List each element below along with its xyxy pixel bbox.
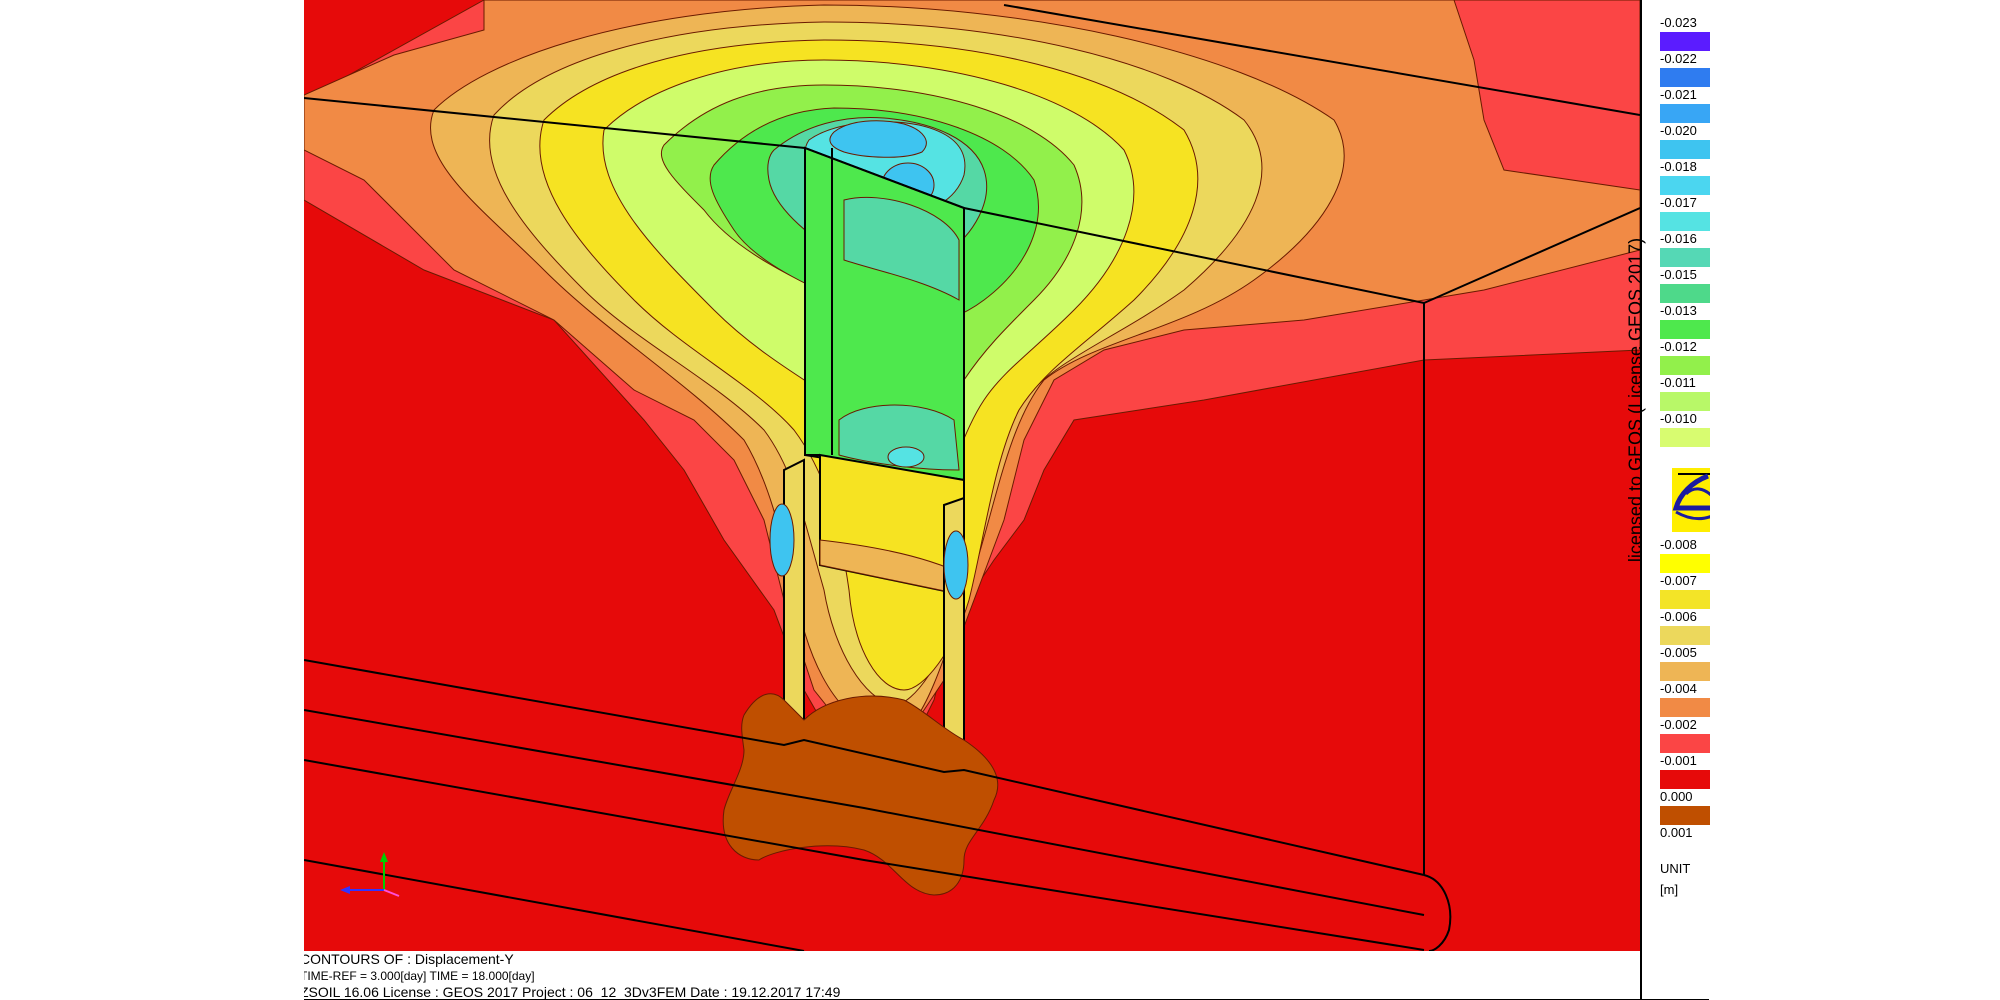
- zsoil-logo-icon: [1672, 468, 1710, 532]
- contour-plot-canvas: [304, 0, 1640, 951]
- legend-swatch: [1660, 68, 1710, 87]
- legend-label: -0.012: [1660, 339, 1697, 354]
- pile-left-blue-zone: [769, 503, 795, 577]
- legend-swatch: [1660, 428, 1710, 447]
- legend-unit-value: [m]: [1660, 882, 1679, 897]
- legend-swatch: [1660, 32, 1710, 51]
- color-legend: -0.023 -0.022 -0.021 -0.020 -0.018 -0.017 -0.0…: [1642, 0, 1710, 1000]
- legend-label: -0.023: [1660, 15, 1697, 30]
- legend-label: -0.002: [1660, 717, 1697, 732]
- legend-label: -0.015: [1660, 267, 1697, 282]
- legend-label: 0.000: [1660, 789, 1693, 804]
- legend-swatch: [1660, 176, 1710, 195]
- legend-swatch: [1660, 392, 1710, 411]
- legend-swatch: [1660, 734, 1710, 753]
- legend-label: -0.021: [1660, 87, 1697, 102]
- time-label: TIME-REF = 3.000[day] TIME = 18.000[day]: [304, 969, 535, 983]
- legend-label: -0.008: [1660, 537, 1697, 552]
- legend-label: -0.017: [1660, 195, 1697, 210]
- legend-swatch: [1660, 284, 1710, 303]
- legend-label: -0.010: [1660, 411, 1697, 426]
- legend-label: -0.011: [1660, 375, 1696, 390]
- legend-label: -0.013: [1660, 303, 1697, 318]
- plot-info-panel: CONTOURS OF : Displacement-Y TIME-REF = …: [304, 951, 1640, 1000]
- legend-swatch: [1660, 770, 1710, 789]
- contour-plot-viewport[interactable]: [304, 0, 1640, 951]
- legend-label: -0.004: [1660, 681, 1697, 696]
- legend-label: 0.001: [1660, 825, 1693, 840]
- legend-label: -0.020: [1660, 123, 1697, 138]
- legend-swatch: [1660, 554, 1710, 573]
- legend-label: -0.016: [1660, 231, 1697, 246]
- legend-swatch: [1660, 806, 1710, 825]
- legend-label: -0.018: [1660, 159, 1697, 174]
- legend-swatch: [1660, 248, 1710, 267]
- legend-swatch: [1660, 590, 1710, 609]
- legend-swatch: [1660, 320, 1710, 339]
- software-info-label: ZSOIL 16.06 License : GEOS 2017 Project …: [304, 984, 841, 1000]
- license-text: licensed to GEOS (License GEOS 2017): [1625, 237, 1646, 563]
- legend-label: -0.007: [1660, 573, 1697, 588]
- legend-label: -0.005: [1660, 645, 1697, 660]
- legend-swatch: [1660, 662, 1710, 681]
- legend-swatch: [1660, 104, 1710, 123]
- legend-label: -0.001: [1660, 753, 1697, 768]
- excavation-wall-cyan-spot: [887, 446, 925, 468]
- legend-swatch: [1660, 140, 1710, 159]
- legend-label: -0.022: [1660, 51, 1697, 66]
- legend-unit-title: UNIT: [1660, 861, 1691, 876]
- legend-swatch: [1660, 212, 1710, 231]
- legend-swatch: [1660, 356, 1710, 375]
- contours-of-label: CONTOURS OF : Displacement-Y: [304, 951, 514, 967]
- legend-label: -0.006: [1660, 609, 1697, 624]
- legend-swatch: [1660, 626, 1710, 645]
- legend-swatch: [1660, 698, 1710, 717]
- pile-left: [783, 458, 805, 747]
- pile-right-blue-zone: [943, 530, 969, 600]
